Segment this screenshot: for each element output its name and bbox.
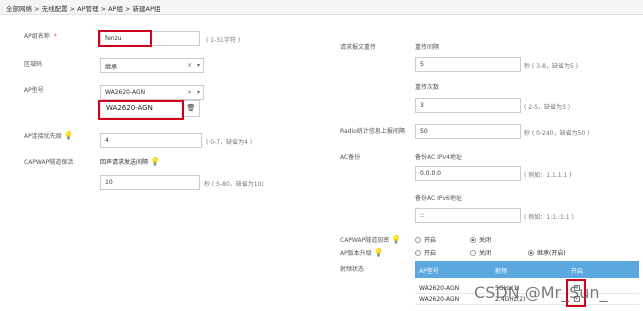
radio-label: 继承(开启)	[537, 250, 566, 257]
upgrade-inherit-radio[interactable]: 继承(开启)	[528, 248, 566, 257]
echo-interval-label-text: 回声请求发送间隔	[100, 159, 149, 166]
backup-ipv4-hint: ( 例如：1.1.1.1 )	[524, 172, 572, 179]
chevron-down-icon[interactable]: ▾	[197, 62, 200, 69]
watermark: CSDN @Mr_Sun_	[474, 283, 608, 302]
ap-upgrade-label-text: AP版本升级	[340, 250, 372, 257]
radio-selected-icon[interactable]	[528, 249, 534, 256]
cell-model: WA2620-AGN	[419, 285, 460, 292]
radio-state-label: 射频状态	[340, 266, 365, 273]
retransmit-interval-hint: 秒 ( 3-8，缺省为5 )	[524, 63, 579, 70]
upgrade-on-radio[interactable]: 开启	[415, 248, 436, 257]
clear-icon[interactable]: ×	[187, 62, 192, 69]
radio-stats-interval-hint: 秒 ( 0-240，缺省为50 )	[524, 130, 590, 137]
capwap-encrypt-label: CAPWAP隧道加密 💡	[340, 235, 401, 244]
echo-interval-label: 回声请求发送间隔 💡	[100, 157, 160, 166]
echo-interval-input[interactable]: 10	[100, 175, 200, 190]
capwap-encrypt-on-radio[interactable]: 开启	[415, 235, 436, 244]
col-enable: 开启	[571, 268, 584, 275]
radio-label: 关闭	[479, 250, 492, 257]
radio-table-header: AP型号 射频 开启	[415, 261, 639, 278]
required-mark: *	[53, 33, 57, 40]
retransmit-count-input[interactable]: 3	[415, 98, 521, 113]
delete-button[interactable]: 🗑	[182, 100, 200, 117]
ap-model-value: WA2620-AGN	[105, 89, 146, 96]
radio-label: 关闭	[479, 237, 492, 244]
highlight-box	[98, 100, 184, 120]
ap-group-name-label-text: AP组名称	[24, 33, 50, 40]
retransmit-interval-label: 重传间隔	[415, 44, 440, 51]
backup-ipv6-input[interactable]: ::	[415, 208, 521, 223]
upgrade-off-radio[interactable]: 关闭	[470, 248, 491, 257]
ap-model-select[interactable]: WA2620-AGN × ▾	[100, 85, 204, 100]
col-ap-model: AP型号	[419, 268, 439, 275]
capwap-encrypt-off-radio[interactable]: 关闭	[470, 235, 491, 244]
region-code-label: 区域码	[24, 61, 43, 68]
region-code-value: 继承	[105, 64, 118, 71]
retransmit-count-hint: ( 2-5，缺省为3 )	[524, 104, 571, 111]
radio-icon[interactable]	[470, 249, 476, 256]
ap-group-name-hint: ( 1-31字符 )	[206, 37, 241, 44]
chevron-down-icon[interactable]: ▾	[197, 89, 200, 96]
tip-icon[interactable]: 💡	[391, 235, 401, 244]
echo-interval-hint: 秒 ( 5-80，缺省为10)	[204, 181, 264, 188]
radio-label: 开启	[424, 250, 437, 257]
ap-priority-hint: ( 0-7，缺省为4 )	[206, 139, 253, 146]
retransmit-interval-input[interactable]: 5	[415, 57, 521, 72]
capwap-keepalive-label: CAPWAP隧道保活	[24, 159, 74, 166]
ac-backup-label: AC备份	[340, 154, 361, 161]
tip-icon[interactable]: 💡	[374, 248, 384, 257]
tip-icon[interactable]: 💡	[150, 157, 160, 166]
clear-icon[interactable]: ×	[187, 89, 192, 96]
radio-stats-interval-label: Radio统计信息上报间隔	[340, 128, 405, 135]
radio-icon[interactable]	[415, 236, 421, 243]
backup-ipv6-label: 备份AC IPv6地址	[415, 195, 462, 202]
radio-label: 开启	[424, 237, 437, 244]
cell-model: WA2620-AGN	[419, 296, 460, 303]
col-radio: 射频	[495, 268, 508, 275]
radio-selected-icon[interactable]	[470, 236, 476, 243]
ap-upgrade-label: AP版本升级 💡	[340, 248, 384, 257]
highlight-box	[98, 30, 152, 47]
breadcrumb: 全部网络 > 无线配置 > AP管理 > AP组 > 新建AP组	[0, 0, 643, 15]
radio-icon[interactable]	[415, 249, 421, 256]
backup-ipv6-hint: ( 例如：1:1::1:1 )	[524, 214, 574, 221]
trash-icon: 🗑	[186, 104, 196, 112]
ap-model-label: AP型号	[24, 87, 44, 94]
backup-ipv4-label: 备份AC IPv4地址	[415, 154, 462, 161]
ap-priority-label-text: AP连接优先级	[24, 133, 62, 140]
capwap-encrypt-label-text: CAPWAP隧道加密	[340, 237, 390, 244]
ap-group-name-label: AP组名称 *	[24, 31, 57, 40]
radio-stats-interval-input[interactable]: 50	[415, 124, 521, 139]
backup-ipv4-input[interactable]: 0.0.0.0	[415, 166, 521, 181]
region-code-select[interactable]: 继承 × ▾	[100, 58, 204, 73]
tip-icon[interactable]: 💡	[64, 131, 74, 140]
ap-priority-input[interactable]: 4	[100, 133, 202, 148]
ap-priority-label: AP连接优先级 💡	[24, 131, 74, 140]
request-retransmit-label: 请求报文重传	[340, 44, 377, 51]
retransmit-count-label: 重传次数	[415, 84, 440, 91]
